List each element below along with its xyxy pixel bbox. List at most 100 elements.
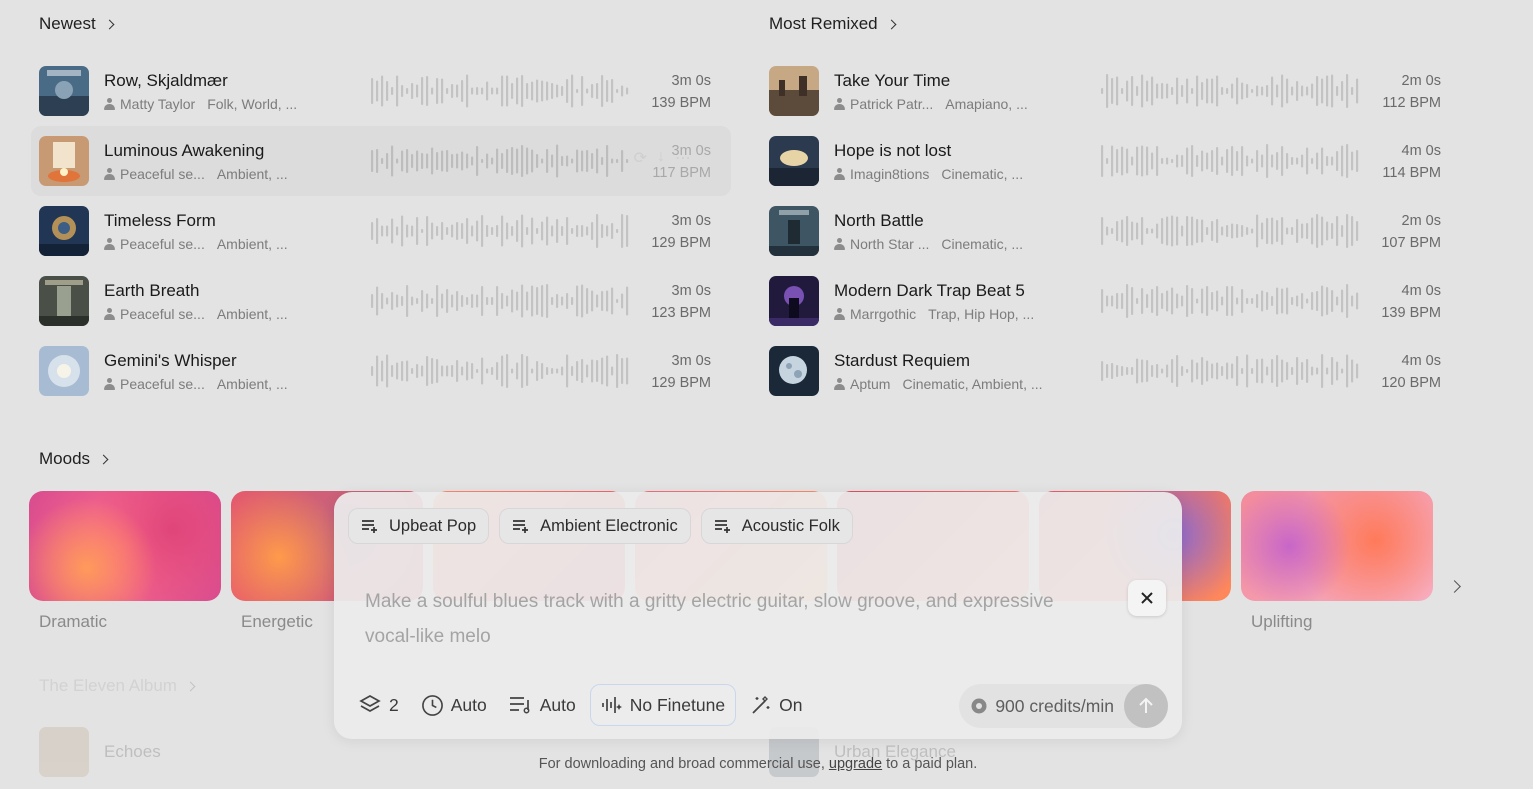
- newest-heading[interactable]: Newest: [39, 14, 115, 34]
- track-row[interactable]: Timeless Form Peaceful se... Ambient, ...…: [31, 196, 731, 266]
- track-bpm: 139 BPM: [651, 95, 711, 111]
- track-bpm: 129 BPM: [651, 235, 711, 251]
- structure-button[interactable]: Auto: [501, 684, 584, 726]
- track-artist[interactable]: Peaceful se...: [120, 166, 205, 182]
- track-cover: [769, 346, 819, 396]
- track-row[interactable]: Gemini's Whisper Peaceful se... Ambient, …: [31, 336, 731, 406]
- mood-artwork: [1241, 491, 1433, 601]
- mood-card-uplifting[interactable]: Uplifting: [1241, 491, 1433, 632]
- track-title: Gemini's Whisper: [104, 350, 237, 370]
- person-icon: [104, 377, 115, 390]
- credits-text: 900 credits/min: [995, 695, 1114, 716]
- most-remixed-heading[interactable]: Most Remixed: [769, 14, 897, 34]
- most-remixed-heading-label: Most Remixed: [769, 14, 878, 33]
- track-artist[interactable]: Peaceful se...: [120, 306, 205, 322]
- track-row[interactable]: North Battle North Star ... Cinematic, ..…: [761, 196, 1461, 266]
- enhance-button[interactable]: On: [742, 684, 810, 726]
- track-duration: 2m 0s: [1401, 213, 1442, 229]
- suggestion-chip[interactable]: Ambient Electronic: [499, 508, 691, 544]
- text-music-icon: [509, 697, 530, 714]
- mood-label: Uplifting: [1251, 612, 1313, 631]
- track-cover: [39, 206, 89, 256]
- chevron-right-icon: [185, 681, 196, 691]
- duration-button[interactable]: Auto: [413, 684, 495, 726]
- track-row[interactable]: Take Your Time Patrick Patr... Amapiano, …: [761, 56, 1461, 126]
- track-artist[interactable]: Imagin8tions: [850, 166, 929, 182]
- track-genres: Ambient, ...: [216, 235, 288, 252]
- clock-icon: [421, 694, 443, 716]
- track-duration: 3m 0s: [671, 353, 712, 369]
- download-icon[interactable]: ↓: [657, 148, 665, 168]
- track-artist[interactable]: Matty Taylor: [120, 96, 195, 112]
- track-cover: [769, 276, 819, 326]
- track-bpm: 107 BPM: [1381, 235, 1441, 251]
- track-title: North Battle: [834, 210, 924, 230]
- chevron-right-icon: [98, 454, 109, 464]
- chip-label: Acoustic Folk: [741, 516, 840, 535]
- track-bpm: 129 BPM: [651, 375, 711, 391]
- track-row[interactable]: Stardust Requiem Aptum Cinematic, Ambient…: [761, 336, 1461, 406]
- close-icon: [1141, 592, 1153, 604]
- moods-heading-label: Moods: [39, 449, 91, 468]
- track-row[interactable]: Modern Dark Trap Beat 5 Marrgothic Trap, …: [761, 266, 1461, 336]
- track-title: Timeless Form: [104, 210, 216, 230]
- finetune-button[interactable]: No Finetune: [589, 684, 737, 726]
- track-duration: 2m 0s: [1401, 73, 1442, 89]
- track-row[interactable]: Row, Skjaldmær Matty Taylor Folk, World, …: [31, 56, 731, 126]
- track-row[interactable]: Hope is not lost Imagin8tions Cinematic, …: [761, 126, 1461, 196]
- prompt-input[interactable]: Make a soulful blues track with a gritty…: [365, 584, 1065, 654]
- chip-label: Upbeat Pop: [389, 516, 477, 535]
- track-title: Earth Breath: [104, 280, 200, 300]
- clear-prompt-button[interactable]: [1128, 580, 1166, 616]
- layers-icon: [359, 695, 381, 712]
- upgrade-note: For downloading and broad commercial use…: [0, 756, 1516, 772]
- playlist-add-icon: [362, 520, 377, 533]
- track-row[interactable]: Earth Breath Peaceful se... Ambient, ... …: [31, 266, 731, 336]
- person-icon: [104, 237, 115, 250]
- track-genres: Amapiano, ...: [945, 95, 1028, 112]
- structure-value: Auto: [539, 694, 576, 715]
- suggestion-chip[interactable]: Acoustic Folk: [700, 508, 853, 544]
- person-icon: [104, 97, 115, 110]
- album-heading[interactable]: The Eleven Album: [39, 676, 196, 696]
- newest-heading-label: Newest: [39, 14, 96, 33]
- upgrade-note-text-end: to a paid plan.: [886, 756, 978, 772]
- track-artist[interactable]: Marrgothic: [850, 306, 916, 322]
- carousel-next-button[interactable]: [1448, 578, 1466, 596]
- mood-label: Dramatic: [39, 612, 108, 631]
- suggestion-chips: Upbeat Pop Ambient Electronic Acoustic F…: [348, 508, 853, 544]
- moods-heading[interactable]: Moods: [39, 449, 109, 469]
- track-cover: [769, 206, 819, 256]
- track-bpm: 112 BPM: [1382, 95, 1441, 111]
- person-icon: [834, 167, 845, 180]
- track-artist[interactable]: Aptum: [850, 376, 890, 392]
- remix-icon[interactable]: ⟳: [634, 148, 647, 168]
- track-row[interactable]: Luminous Awakening Peaceful se... Ambient…: [31, 126, 731, 196]
- track-bpm: 123 BPM: [651, 305, 711, 321]
- person-icon: [834, 307, 845, 320]
- track-cover: [769, 136, 819, 186]
- track-bpm: 114 BPM: [1382, 165, 1441, 181]
- suggestion-chip[interactable]: Upbeat Pop: [348, 508, 490, 544]
- person-icon: [834, 237, 845, 250]
- upgrade-link[interactable]: upgrade: [829, 756, 882, 772]
- duration-value: Auto: [450, 694, 487, 715]
- track-artist[interactable]: Patrick Patr...: [850, 96, 933, 112]
- track-bpm: 120 BPM: [1381, 375, 1441, 391]
- submit-button[interactable]: [1124, 684, 1168, 728]
- waveform: [371, 214, 629, 248]
- album-heading-label: The Eleven Album: [39, 676, 177, 695]
- more-icon[interactable]: ⋯: [675, 148, 691, 168]
- track-artist[interactable]: Peaceful se...: [120, 236, 205, 252]
- person-icon: [104, 307, 115, 320]
- variations-button[interactable]: 2: [350, 684, 407, 726]
- mood-card-dramatic[interactable]: Dramatic: [29, 491, 221, 632]
- track-duration: 3m 0s: [671, 73, 712, 89]
- track-artist[interactable]: Peaceful se...: [120, 376, 205, 392]
- magic-wand-icon: [752, 696, 770, 714]
- mood-artwork: [29, 491, 221, 601]
- track-title: Take Your Time: [834, 70, 951, 90]
- track-artist[interactable]: North Star ...: [850, 236, 929, 252]
- track-genres: Ambient, ...: [216, 165, 288, 182]
- track-cover: [39, 136, 89, 186]
